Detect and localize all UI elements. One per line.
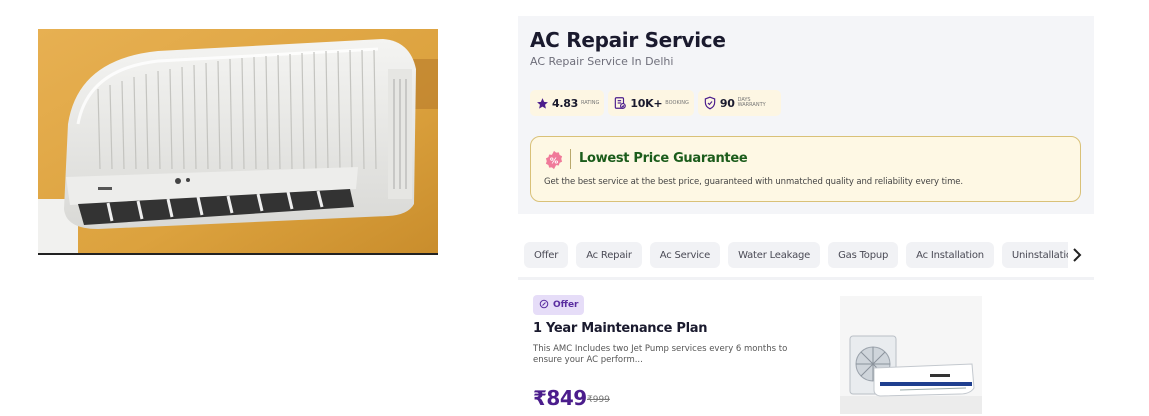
air-conditioner-photo xyxy=(38,29,438,255)
rating-label: RATING xyxy=(580,99,600,106)
stats-row: 4.83 RATING 10K+ BOOKING 90 DAYS WARRANT… xyxy=(530,90,781,116)
star-icon xyxy=(535,96,549,110)
shield-icon xyxy=(703,96,717,110)
divider xyxy=(570,149,571,169)
plan-title: 1 Year Maintenance Plan xyxy=(533,321,708,336)
tab-uninstallation[interactable]: Uninstallation xyxy=(1001,242,1068,268)
maintenance-plan-card[interactable]: Offer 1 Year Maintenance Plan This AMC I… xyxy=(518,284,1094,416)
tab-offer[interactable]: Offer xyxy=(524,242,569,268)
guarantee-text: Get the best service at the best price, … xyxy=(544,177,963,187)
booking-icon xyxy=(613,96,627,110)
chevron-right-icon[interactable] xyxy=(1070,247,1084,263)
warranty-label: DAYS WARRANTY xyxy=(737,97,766,108)
discount-badge-icon: % xyxy=(544,150,564,170)
rating-stat: 4.83 RATING xyxy=(530,90,605,116)
category-tabs: Offer Ac Repair Ac Service Water Leakage… xyxy=(518,238,1094,280)
tab-ac-service[interactable]: Ac Service xyxy=(649,242,721,268)
offer-icon xyxy=(539,299,549,312)
tab-water-leakage[interactable]: Water Leakage xyxy=(728,242,821,268)
offer-badge-label: Offer xyxy=(553,300,579,310)
booking-stat: 10K+ BOOKING xyxy=(608,90,694,116)
tab-gas-topup[interactable]: Gas Topup xyxy=(828,242,899,268)
service-info-card: AC Repair Service AC Repair Service In D… xyxy=(518,16,1094,214)
warranty-stat: 90 DAYS WARRANTY xyxy=(697,90,781,116)
svg-text:%: % xyxy=(550,155,559,165)
tab-ac-repair[interactable]: Ac Repair xyxy=(576,242,642,268)
category-chip-row: Offer Ac Repair Ac Service Water Leakage… xyxy=(524,242,1068,268)
warranty-value: 90 xyxy=(719,96,735,110)
page-subtitle: AC Repair Service In Delhi xyxy=(530,55,674,68)
booking-label: BOOKING xyxy=(665,99,689,106)
plan-description: This AMC Includes two Jet Pump services … xyxy=(533,344,788,365)
lowest-price-guarantee-banner: % Lowest Price Guarantee Get the best se… xyxy=(530,136,1081,202)
booking-value: 10K+ xyxy=(630,96,663,110)
page-title: AC Repair Service xyxy=(530,28,726,52)
guarantee-title: Lowest Price Guarantee xyxy=(579,151,748,166)
ac-unit-image xyxy=(840,296,982,414)
offer-badge: Offer xyxy=(533,295,585,315)
plan-old-price: ₹999 xyxy=(587,395,610,405)
plan-price: ₹849 xyxy=(533,386,587,410)
rating-value: 4.83 xyxy=(552,96,578,110)
tab-ac-installation[interactable]: Ac Installation xyxy=(906,242,994,268)
